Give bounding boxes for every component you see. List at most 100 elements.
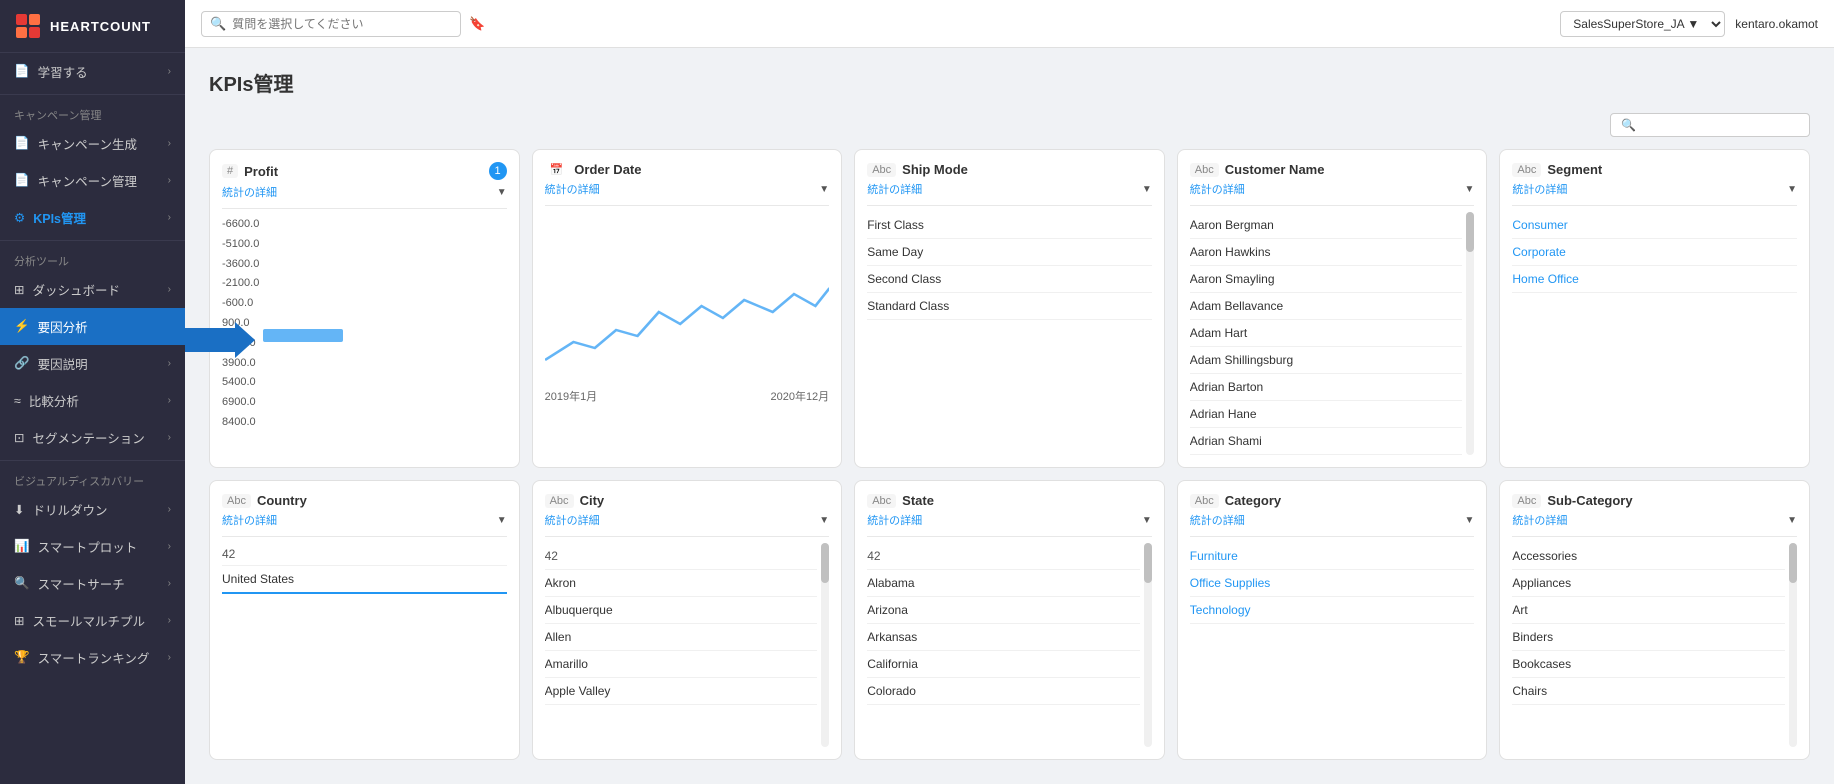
state-scrollthumb[interactable] bbox=[1144, 543, 1152, 583]
drilldown-icon: ⬇ bbox=[14, 502, 24, 517]
list-item-adrian-hane[interactable]: Adrian Hane bbox=[1190, 401, 1463, 428]
profit-bar-row bbox=[263, 299, 506, 312]
profit-val-5: -600.0 bbox=[222, 294, 259, 314]
profit-bar-area bbox=[259, 215, 506, 455]
section-visual: ビジュアルディスカバリー bbox=[0, 465, 185, 491]
list-item-adam-shillingsburg[interactable]: Adam Shillingsburg bbox=[1190, 347, 1463, 374]
ship-mode-type-badge: Abc bbox=[867, 163, 896, 177]
sub-category-scrollthumb[interactable] bbox=[1789, 543, 1797, 583]
sidebar-item-drilldown[interactable]: ⬇ ドリルダウン › bbox=[0, 491, 185, 528]
list-item-adam-bellavance[interactable]: Adam Bellavance bbox=[1190, 293, 1463, 320]
list-item-california[interactable]: California bbox=[867, 651, 1140, 678]
list-item-bookcases[interactable]: Bookcases bbox=[1512, 651, 1785, 678]
city-divider bbox=[545, 536, 830, 537]
list-item-albuquerque[interactable]: Albuquerque bbox=[545, 597, 818, 624]
logo-area: HEARTCOUNT bbox=[0, 0, 185, 53]
list-item-appliances[interactable]: Appliances bbox=[1512, 570, 1785, 597]
list-item-adrian-shami[interactable]: Adrian Shami bbox=[1190, 428, 1463, 455]
list-item-aaron-hawkins[interactable]: Aaron Hawkins bbox=[1190, 239, 1463, 266]
list-item-adrian-barton[interactable]: Adrian Barton bbox=[1190, 374, 1463, 401]
list-item-alabama[interactable]: Alabama bbox=[867, 570, 1140, 597]
list-item-art[interactable]: Art bbox=[1512, 597, 1785, 624]
sidebar-item-campaign-create[interactable]: 📄 キャンペーン生成 › bbox=[0, 125, 185, 162]
profit-bar-row bbox=[263, 374, 506, 387]
topbar-right: SalesSuperStore_JA ▼ kentaro.okamot bbox=[1560, 11, 1818, 37]
content-search-area bbox=[209, 113, 1810, 137]
list-item-same-day[interactable]: Same Day bbox=[867, 239, 1152, 266]
category-subtitle[interactable]: 統計の詳細 ▼ bbox=[1190, 512, 1475, 528]
list-item-united-states[interactable]: United States bbox=[222, 566, 507, 594]
card-order-date: 📅 Order Date 統計の詳細 ▼ 2019年1月 2020年12月 bbox=[532, 149, 843, 468]
sub-category-subtitle[interactable]: 統計の詳細 ▼ bbox=[1512, 512, 1797, 528]
sidebar-item-smartranking[interactable]: 🏆 スマートランキング › bbox=[0, 639, 185, 676]
list-item-consumer[interactable]: Consumer bbox=[1512, 212, 1797, 239]
list-item-arkansas[interactable]: Arkansas bbox=[867, 624, 1140, 651]
factor-explain-icon: 🔗 bbox=[14, 356, 30, 371]
list-item-apple-valley[interactable]: Apple Valley bbox=[545, 678, 818, 705]
list-item-second-class[interactable]: Second Class bbox=[867, 266, 1152, 293]
profit-bar-row bbox=[263, 269, 506, 282]
sidebar-item-study[interactable]: 📄 学習する › bbox=[0, 53, 185, 90]
store-selector[interactable]: SalesSuperStore_JA ▼ bbox=[1560, 11, 1725, 37]
search-input[interactable] bbox=[232, 17, 452, 31]
list-item-aaron-smayling[interactable]: Aaron Smayling bbox=[1190, 266, 1463, 293]
list-item-allen[interactable]: Allen bbox=[545, 624, 818, 651]
list-item-adam-hart[interactable]: Adam Hart bbox=[1190, 320, 1463, 347]
sidebar-item-factor-analysis[interactable]: ⚡ 要因分析 bbox=[0, 308, 185, 345]
list-item-home-office[interactable]: Home Office bbox=[1512, 266, 1797, 293]
list-item-binders[interactable]: Binders bbox=[1512, 624, 1785, 651]
list-item-first-class[interactable]: First Class bbox=[867, 212, 1152, 239]
profit-subtitle[interactable]: 統計の詳細 ▼ bbox=[222, 184, 507, 200]
sidebar-item-compare[interactable]: ≈ 比較分析 › bbox=[0, 382, 185, 419]
card-profit: # Profit 1 統計の詳細 ▼ -6600.0 -5100.0 -3600… bbox=[209, 149, 520, 468]
list-item-technology[interactable]: Technology bbox=[1190, 597, 1475, 624]
sub-category-type-badge: Abc bbox=[1512, 494, 1541, 508]
chevron-icon: › bbox=[168, 212, 171, 223]
list-item-amarillo[interactable]: Amarillo bbox=[545, 651, 818, 678]
list-item-akron[interactable]: Akron bbox=[545, 570, 818, 597]
city-scrollthumb[interactable] bbox=[821, 543, 829, 583]
sidebar-item-smartplot[interactable]: 📊 スマートプロット › bbox=[0, 528, 185, 565]
chevron-icon: › bbox=[168, 175, 171, 186]
divider-3 bbox=[0, 460, 185, 461]
state-subtitle[interactable]: 統計の詳細 ▼ bbox=[867, 512, 1152, 528]
list-item-office-supplies[interactable]: Office Supplies bbox=[1190, 570, 1475, 597]
sidebar-item-dashboard[interactable]: ⊞ ダッシュボード › bbox=[0, 271, 185, 308]
order-date-divider bbox=[545, 205, 830, 206]
list-item-arizona[interactable]: Arizona bbox=[867, 597, 1140, 624]
customer-name-scrollthumb[interactable] bbox=[1466, 212, 1474, 252]
logo-icon bbox=[14, 12, 42, 40]
sidebar-label-smartsearch: スマートサーチ bbox=[38, 574, 125, 593]
customer-name-subtitle[interactable]: 統計の詳細 ▼ bbox=[1190, 181, 1475, 197]
bookmark-icon[interactable]: 🔖 bbox=[469, 16, 485, 32]
list-item-aaron-bergman[interactable]: Aaron Bergman bbox=[1190, 212, 1463, 239]
sidebar-item-factor-explain[interactable]: 🔗 要因説明 › bbox=[0, 345, 185, 382]
city-list-wrapper: 42 Akron Albuquerque Allen Amarillo Appl… bbox=[545, 543, 830, 747]
category-title: Category bbox=[1225, 493, 1281, 508]
city-scrolltrack bbox=[821, 543, 829, 747]
sidebar-item-campaign-manage[interactable]: 📄 キャンペーン管理 › bbox=[0, 162, 185, 199]
list-item-standard-class[interactable]: Standard Class bbox=[867, 293, 1152, 320]
card-state: Abc State 統計の詳細 ▼ 42 Alabama Arizona Ark… bbox=[854, 480, 1165, 760]
sidebar-item-segmentation[interactable]: ⊡ セグメンテーション › bbox=[0, 419, 185, 456]
sidebar-item-smallmultiple[interactable]: ⊞ スモールマルチプル › bbox=[0, 602, 185, 639]
city-header: Abc City bbox=[545, 493, 830, 508]
country-subtitle[interactable]: 統計の詳細 ▼ bbox=[222, 512, 507, 528]
list-item-chairs[interactable]: Chairs bbox=[1512, 678, 1785, 705]
sidebar-item-smartsearch[interactable]: 🔍 スマートサーチ › bbox=[0, 565, 185, 602]
country-divider bbox=[222, 536, 507, 537]
sidebar-item-kpis[interactable]: ⚙ KPIs管理 › bbox=[0, 199, 185, 236]
segment-subtitle[interactable]: 統計の詳細 ▼ bbox=[1512, 181, 1797, 197]
chevron-icon: › bbox=[168, 284, 171, 295]
ship-mode-subtitle[interactable]: 統計の詳細 ▼ bbox=[867, 181, 1152, 197]
city-subtitle[interactable]: 統計の詳細 ▼ bbox=[545, 512, 830, 528]
content-search-input[interactable] bbox=[1610, 113, 1810, 137]
order-date-subtitle[interactable]: 統計の詳細 ▼ bbox=[545, 181, 830, 197]
list-item-colorado[interactable]: Colorado bbox=[867, 678, 1140, 705]
list-item-furniture[interactable]: Furniture bbox=[1190, 543, 1475, 570]
question-search[interactable]: 🔍 bbox=[201, 11, 461, 37]
list-item-corporate[interactable]: Corporate bbox=[1512, 239, 1797, 266]
segment-title: Segment bbox=[1547, 162, 1602, 177]
profit-val-6: 900.0 bbox=[222, 314, 259, 334]
list-item-accessories[interactable]: Accessories bbox=[1512, 543, 1785, 570]
